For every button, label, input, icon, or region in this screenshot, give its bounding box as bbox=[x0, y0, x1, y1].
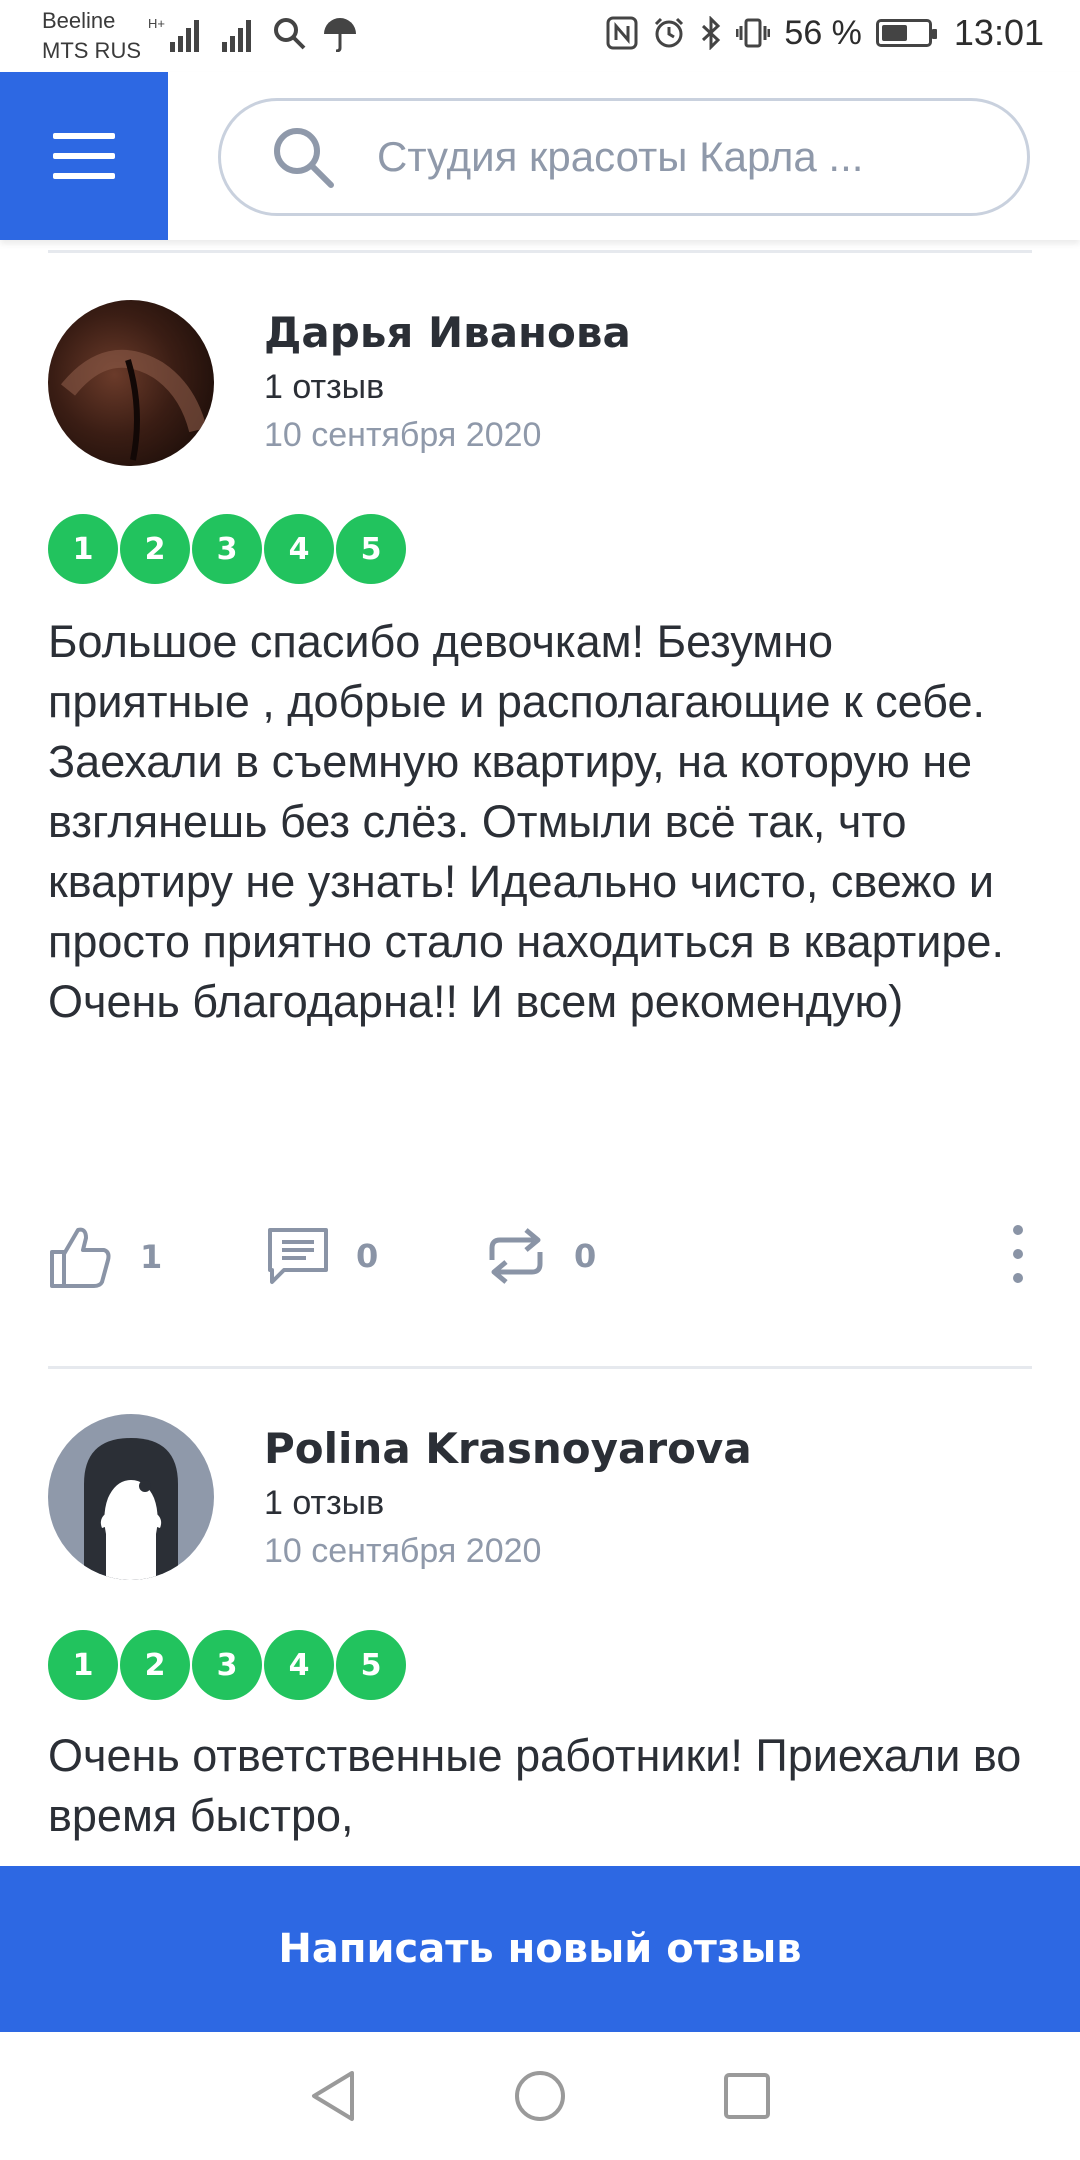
clock: 13:01 bbox=[953, 12, 1044, 53]
default-avatar-icon bbox=[84, 1438, 178, 1580]
status-bar: Beeline MTS RUS H+ 56 % 13:01 bbox=[0, 0, 1080, 72]
more-vertical-icon bbox=[1013, 1225, 1023, 1283]
bluetooth-icon bbox=[702, 16, 721, 50]
rating-point: 2 bbox=[120, 514, 190, 584]
write-review-button[interactable]: Написать новый отзыв bbox=[0, 1866, 1080, 2032]
write-review-label: Написать новый отзыв bbox=[278, 1926, 802, 1972]
review-count: 1 отзыв bbox=[264, 368, 385, 406]
rating-point: 4 bbox=[264, 1630, 334, 1700]
comment-icon bbox=[268, 1228, 328, 1284]
app-header: Студия красоты Карла ... bbox=[0, 72, 1080, 240]
rating-point: 3 bbox=[192, 514, 262, 584]
alarm-icon bbox=[655, 17, 684, 48]
battery-percent: 56 % bbox=[784, 13, 862, 52]
divider bbox=[48, 1366, 1032, 1369]
status-left-icons: H+ bbox=[148, 14, 358, 54]
rating-point: 1 bbox=[48, 514, 118, 584]
vibrate-icon bbox=[736, 18, 771, 48]
battery-icon bbox=[875, 19, 937, 47]
signal-icon bbox=[222, 20, 251, 52]
search-input[interactable]: Студия красоты Карла ... bbox=[218, 98, 1030, 216]
review-count: 1 отзыв bbox=[264, 1484, 385, 1522]
home-icon[interactable] bbox=[513, 2069, 567, 2123]
menu-button[interactable] bbox=[0, 72, 168, 240]
review-actions: 1 0 0 bbox=[48, 1224, 1032, 1294]
hamburger-icon bbox=[53, 133, 115, 179]
review-author[interactable]: Polina Krasnoyarova bbox=[264, 1424, 752, 1473]
repost-button[interactable]: 0 bbox=[484, 1224, 596, 1288]
review-author[interactable]: Дарья Иванова bbox=[264, 308, 631, 357]
avatar[interactable] bbox=[48, 1414, 214, 1580]
carrier-2: MTS RUS bbox=[42, 38, 141, 63]
svg-text:H+: H+ bbox=[148, 16, 165, 31]
rating-point: 5 bbox=[336, 1630, 406, 1700]
comment-count: 0 bbox=[356, 1237, 379, 1275]
back-icon[interactable] bbox=[308, 2069, 358, 2123]
like-count: 1 bbox=[140, 1238, 163, 1276]
rating-point: 3 bbox=[192, 1630, 262, 1700]
rating: 1 2 3 4 5 bbox=[48, 514, 406, 584]
thumbs-up-icon bbox=[50, 1227, 111, 1288]
review-text: Большое спасибо девочкам! Безумно приятн… bbox=[48, 616, 1004, 1027]
like-button[interactable]: 1 bbox=[48, 1224, 162, 1290]
carrier-1: Beeline bbox=[42, 8, 116, 33]
rating-point: 5 bbox=[336, 514, 406, 584]
carrier-info: Beeline MTS RUS bbox=[42, 6, 141, 66]
nfc-icon bbox=[606, 16, 638, 50]
review-date: 10 сентября 2020 bbox=[264, 416, 542, 454]
comment-button[interactable]: 0 bbox=[266, 1224, 378, 1288]
rating-point: 1 bbox=[48, 1630, 118, 1700]
more-button[interactable] bbox=[1012, 1224, 1032, 1284]
umbrella-icon bbox=[324, 18, 356, 52]
divider bbox=[48, 250, 1032, 253]
review-text: Очень ответственные работники! Приехали … bbox=[48, 1730, 1022, 1841]
avatar-photo bbox=[60, 349, 207, 461]
repost-icon bbox=[489, 1228, 543, 1284]
repost-count: 0 bbox=[574, 1237, 597, 1275]
search-icon bbox=[274, 18, 306, 50]
search-icon bbox=[274, 128, 334, 188]
status-right: 56 % 13:01 bbox=[606, 12, 1044, 54]
review-date: 10 сентября 2020 bbox=[264, 1532, 542, 1570]
signal-icon: H+ bbox=[148, 16, 199, 52]
rating-point: 4 bbox=[264, 514, 334, 584]
rating: 1 2 3 4 5 bbox=[48, 1630, 406, 1700]
avatar[interactable] bbox=[48, 300, 214, 466]
system-nav-bar bbox=[0, 2032, 1080, 2160]
recents-icon[interactable] bbox=[722, 2071, 772, 2121]
search-placeholder: Студия красоты Карла ... bbox=[377, 133, 864, 180]
rating-point: 2 bbox=[120, 1630, 190, 1700]
